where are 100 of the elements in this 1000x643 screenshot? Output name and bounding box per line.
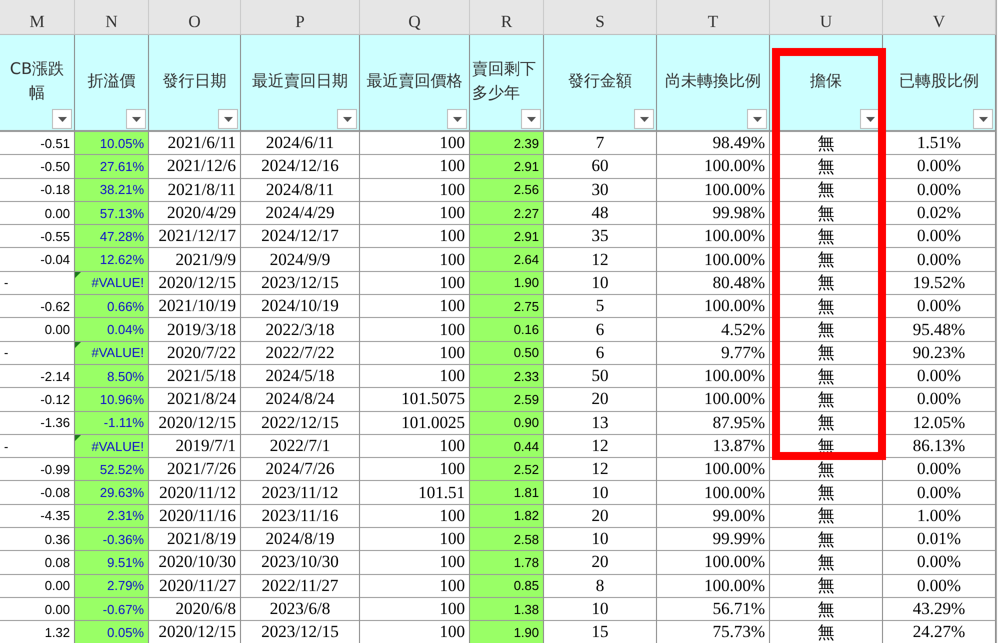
dropdown-caret-icon bbox=[132, 116, 140, 122]
cell-text: 無 bbox=[818, 272, 834, 294]
cell-text: 2020/7/22 bbox=[167, 342, 236, 363]
filter-dropdown-button[interactable] bbox=[52, 109, 72, 129]
cell-text: 無 bbox=[818, 132, 834, 155]
cell-text: 無 bbox=[818, 342, 834, 364]
cell-text: 2020/10/30 bbox=[158, 552, 236, 572]
cell-text: 0.00% bbox=[917, 296, 961, 316]
column-header: 折溢價 bbox=[88, 70, 136, 92]
column-letter[interactable]: O bbox=[149, 0, 241, 35]
cell-text: 50 bbox=[592, 366, 608, 386]
column-letter[interactable]: P bbox=[241, 0, 360, 35]
column-letter[interactable]: S bbox=[544, 0, 657, 35]
cell-text: 8.50% bbox=[107, 368, 144, 384]
cell-text: 101.0025 bbox=[401, 412, 465, 433]
error-indicator-icon bbox=[75, 342, 81, 348]
cell-text: 56.71% bbox=[712, 599, 765, 620]
cell-text: 2023/12/15 bbox=[261, 272, 339, 293]
cell-text: 35 bbox=[592, 226, 608, 246]
cell-text: 2024/12/17 bbox=[261, 226, 339, 246]
column-letter[interactable]: R bbox=[470, 0, 544, 35]
cell-text: - bbox=[4, 345, 8, 360]
cell-text: 20 bbox=[592, 389, 608, 410]
cell-text: - bbox=[4, 438, 8, 454]
cell-text: 無 bbox=[818, 202, 834, 225]
cell-text: 29.63% bbox=[100, 485, 144, 500]
filter-dropdown-button[interactable] bbox=[126, 109, 146, 129]
filter-dropdown-button[interactable] bbox=[521, 109, 541, 129]
column-letter[interactable]: V bbox=[883, 0, 996, 35]
cell-text: 12.62% bbox=[100, 252, 144, 268]
cell-text: 9.77% bbox=[721, 342, 765, 363]
cell-text: 27.61% bbox=[100, 158, 144, 174]
cell-text: 98.49% bbox=[712, 133, 765, 154]
filter-dropdown-button[interactable] bbox=[337, 109, 357, 129]
cell-text: 10 bbox=[592, 599, 608, 620]
filter-dropdown-button[interactable] bbox=[973, 109, 993, 129]
column-letter[interactable]: N bbox=[75, 0, 149, 35]
cell-text: -4.35 bbox=[40, 508, 70, 524]
filter-dropdown-button[interactable] bbox=[634, 109, 654, 129]
cell-text: 100 bbox=[440, 552, 465, 572]
column-letter[interactable]: T bbox=[657, 0, 770, 35]
cell-text: 2.27 bbox=[514, 206, 539, 221]
cell-text: 80.48% bbox=[712, 272, 765, 293]
cell-text: 100 bbox=[440, 133, 465, 154]
cell-text: 30 bbox=[592, 180, 608, 200]
cell-text: 6 bbox=[596, 320, 604, 340]
column-letter[interactable]: M bbox=[0, 0, 75, 35]
cell-text: 100.00% bbox=[704, 156, 765, 176]
cell-text: 10.05% bbox=[100, 136, 144, 151]
cell-text: 無 bbox=[818, 458, 834, 481]
cell-text: 2020/6/8 bbox=[176, 599, 236, 620]
cell-text: 0.00% bbox=[917, 459, 961, 480]
cell-text: 2024/10/19 bbox=[261, 296, 339, 316]
cell-text: 10 bbox=[592, 529, 608, 550]
cell-text: 0.00% bbox=[917, 389, 961, 410]
cell-text: 0.05% bbox=[107, 624, 144, 640]
cell-text: 2.52 bbox=[514, 462, 539, 477]
dropdown-caret-icon bbox=[640, 116, 648, 122]
cell-text: 2020/12/15 bbox=[158, 412, 236, 433]
cell-text: 2021/7/26 bbox=[167, 459, 236, 480]
column-letter[interactable]: U bbox=[770, 0, 883, 35]
cell-text: 無 bbox=[818, 296, 834, 318]
cell-text: 2.58 bbox=[514, 532, 539, 547]
filter-dropdown-button[interactable] bbox=[860, 109, 880, 129]
cell-text: 90.23% bbox=[912, 342, 966, 363]
cell-text: 52.52% bbox=[100, 462, 144, 477]
cell-text: 100 bbox=[440, 180, 465, 200]
dropdown-caret-icon bbox=[342, 116, 352, 122]
cell-text: 無 bbox=[818, 366, 834, 388]
cell-text: 19.52% bbox=[912, 272, 966, 293]
dropdown-caret-icon bbox=[224, 116, 232, 122]
filter-dropdown-button[interactable] bbox=[218, 109, 238, 129]
cell-text: -0.50 bbox=[40, 158, 70, 174]
cell-text: 2.33 bbox=[514, 368, 539, 384]
cell-text: #VALUE! bbox=[91, 345, 144, 360]
cell-text: 100.00% bbox=[704, 296, 765, 316]
column-header: 發行金額 bbox=[568, 70, 632, 92]
dropdown-caret-icon bbox=[866, 116, 874, 122]
cell-text: -0.67% bbox=[102, 602, 144, 617]
cell-text: 100 bbox=[440, 459, 465, 480]
cell-text: 2.56 bbox=[514, 182, 539, 198]
cell-text: 2022/7/22 bbox=[266, 342, 334, 363]
filter-dropdown-button[interactable] bbox=[447, 109, 467, 129]
cell-text: 100 bbox=[440, 529, 465, 550]
column-letter[interactable]: Q bbox=[360, 0, 470, 35]
cell-text: 0.00% bbox=[917, 250, 961, 270]
cell-text: 2.79% bbox=[107, 578, 144, 594]
cell-text: 12 bbox=[592, 250, 608, 270]
cell-text: 2020/11/16 bbox=[159, 506, 236, 526]
cell-text: 2021/12/6 bbox=[167, 156, 236, 176]
cell-text: 1.00% bbox=[917, 506, 961, 526]
cell-text: #VALUE! bbox=[91, 275, 144, 290]
cell-text: 2023/6/8 bbox=[270, 599, 330, 620]
filter-dropdown-button[interactable] bbox=[747, 109, 767, 129]
cell-text: 2022/11/27 bbox=[262, 576, 338, 596]
column-header: 最近賣回日期 bbox=[252, 70, 348, 92]
cell-text: 0.02% bbox=[917, 203, 961, 224]
cell-text: 10 bbox=[592, 272, 608, 293]
cell-text: 99.98% bbox=[712, 203, 765, 224]
cell-text: 2021/8/19 bbox=[167, 529, 236, 550]
